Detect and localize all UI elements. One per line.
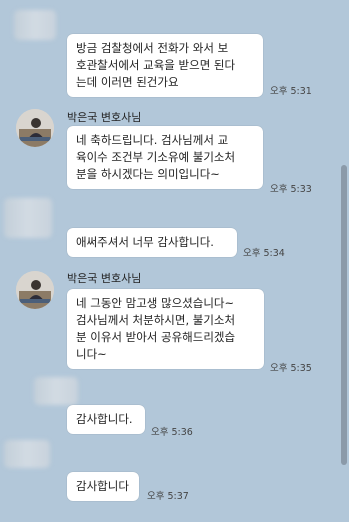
scrollbar[interactable] (339, 0, 349, 522)
lawyer-photo-icon (16, 271, 54, 309)
redacted-area (34, 377, 78, 405)
sender-name: 박은국 변호사님 (67, 272, 142, 285)
sender-name: 박은국 변호사님 (67, 111, 142, 124)
avatar[interactable] (16, 271, 54, 309)
redacted-area (4, 198, 52, 238)
message-bubble[interactable]: 방금 검찰청에서 전화가 와서 보 호관찰서에서 교육을 받으면 된다 는데 이… (67, 34, 263, 97)
message-bubble[interactable]: 네 축하드립니다. 검사님께서 교 육이수 조건부 기소유예 불기소처 분을 하… (67, 126, 263, 189)
message-bubble[interactable]: 감사합니다. (67, 405, 145, 434)
message-time: 오후 5:33 (270, 184, 312, 195)
message-time: 오후 5:37 (147, 491, 189, 502)
redacted-area (4, 440, 50, 468)
avatar[interactable] (16, 109, 54, 147)
message-time: 오후 5:36 (151, 427, 193, 438)
message-bubble[interactable]: 감사합니다 (67, 472, 139, 501)
lawyer-photo-icon (16, 109, 54, 147)
message-time: 오후 5:34 (243, 248, 285, 259)
message-time: 오후 5:35 (270, 363, 312, 374)
message-bubble[interactable]: 네 그동안 맘고생 많으셨습니다~ 검사님께서 처분하시면, 불기소처 분 이유… (67, 289, 264, 369)
message-time: 오후 5:31 (270, 86, 312, 97)
scrollbar-thumb[interactable] (341, 165, 347, 465)
message-bubble[interactable]: 애써주셔서 너무 감사합니다. (67, 228, 237, 257)
redacted-area (14, 10, 56, 40)
